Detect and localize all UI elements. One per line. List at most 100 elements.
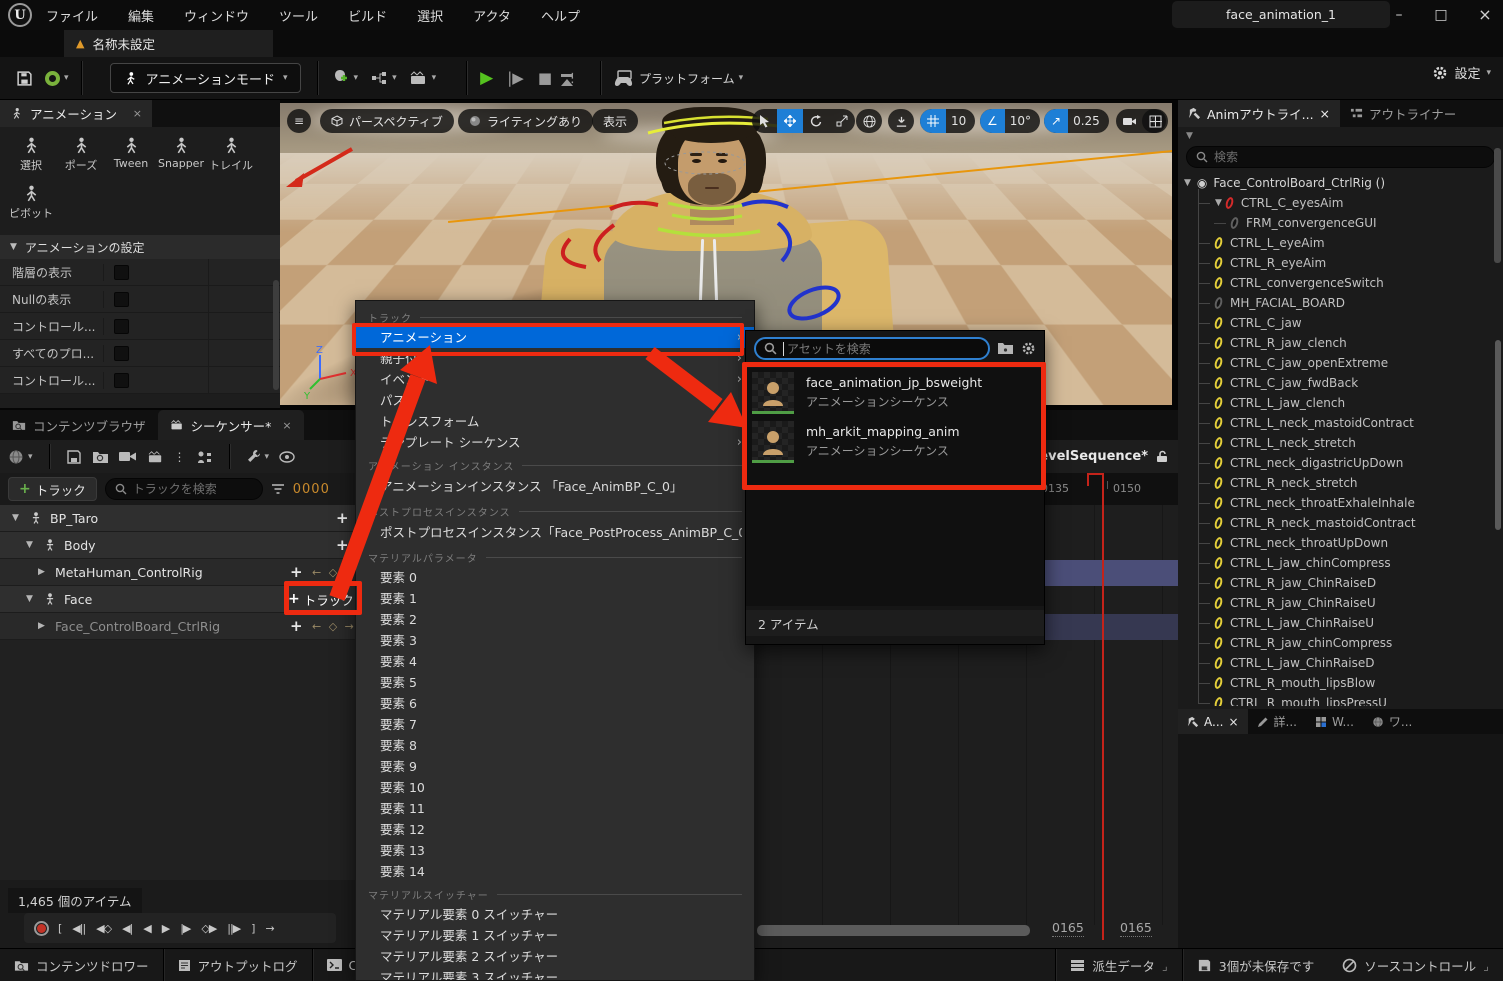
- horizontal-scrollbar[interactable]: [757, 925, 1030, 936]
- close-tab-icon[interactable]: ×: [1320, 106, 1330, 121]
- menu-item[interactable]: パス: [356, 390, 754, 411]
- grid-snap-control[interactable]: 10: [920, 109, 975, 133]
- control-row[interactable]: CTRL_R_eyeAim: [1178, 253, 1503, 273]
- tab-animation[interactable]: アニメーション ×: [0, 100, 152, 127]
- close-tab-icon[interactable]: ×: [1228, 715, 1238, 729]
- unsaved-button[interactable]: * 3個が未保存です: [1183, 949, 1328, 981]
- control-row[interactable]: CTRL_neck_throatUpDown: [1178, 533, 1503, 553]
- menu-item[interactable]: マテリアル要素 2 スイッチャー: [356, 946, 754, 967]
- transport-button[interactable]: ◀◇: [96, 922, 111, 935]
- transport-button[interactable]: ◇▶: [201, 922, 216, 935]
- rotation-snap-control[interactable]: ∠ 10°: [980, 109, 1040, 133]
- transport-button[interactable]: [: [58, 922, 61, 935]
- world-dropdown[interactable]: ▾: [8, 449, 33, 465]
- menu-bar-item[interactable]: 編集: [128, 6, 154, 25]
- close-button[interactable]: ×: [1470, 0, 1500, 29]
- camera-icon[interactable]: [119, 450, 137, 463]
- edit-options[interactable]: ▾: [246, 449, 270, 464]
- world-button[interactable]: ▾: [39, 66, 75, 91]
- checkbox[interactable]: [114, 292, 129, 307]
- lit-mode-button[interactable]: ライティングあり: [458, 109, 593, 133]
- asset-item[interactable]: face_animation_jp_bsweight アニメーションシーケンス: [746, 368, 1044, 417]
- tab-world-settings[interactable]: ワ...: [1363, 709, 1421, 734]
- tool-button[interactable]: Tween: [106, 137, 156, 173]
- perspective-button[interactable]: パースペクティブ: [320, 109, 454, 133]
- blueprints-button[interactable]: ▾: [364, 65, 403, 91]
- control-row[interactable]: CTRL_C_jaw: [1178, 313, 1503, 333]
- keyframe-nav[interactable]: ← ◇ →: [312, 620, 356, 633]
- curve-editor-icon[interactable]: [279, 451, 295, 463]
- rotate-tool-icon[interactable]: [803, 109, 829, 133]
- transform-tools[interactable]: [752, 109, 855, 133]
- control-row[interactable]: CTRL_C_jaw_openExtreme: [1178, 353, 1503, 373]
- menu-bar-item[interactable]: ビルド: [348, 6, 387, 25]
- menu-item[interactable]: イベント ›: [356, 369, 754, 390]
- output-log-button[interactable]: アウトプットログ: [164, 949, 312, 981]
- playhead[interactable]: [1102, 473, 1104, 940]
- surface-snap-icon[interactable]: [888, 109, 914, 133]
- close-tab-icon[interactable]: ×: [133, 107, 142, 120]
- grid-snap-icon[interactable]: [920, 109, 946, 133]
- add-subtrack-icon[interactable]: +: [336, 509, 349, 527]
- control-row[interactable]: CTRL_L_eyeAim: [1178, 233, 1503, 253]
- options-icon[interactable]: ⋮: [174, 450, 186, 464]
- save-button[interactable]: [10, 65, 39, 92]
- control-row[interactable]: CTRL_R_jaw_ChinRaiseD: [1178, 573, 1503, 593]
- control-row[interactable]: CTRL_R_jaw_ChinRaiseU: [1178, 593, 1503, 613]
- control-row[interactable]: CTRL_convergenceSwitch: [1178, 273, 1503, 293]
- maximize-viewport-icon[interactable]: [1142, 109, 1168, 133]
- menu-item[interactable]: 要素 3: [356, 630, 754, 651]
- control-row[interactable]: CTRL_L_jaw_clench: [1178, 393, 1503, 413]
- tool-button[interactable]: トレイル: [206, 137, 256, 173]
- control-row[interactable]: CTRL_R_jaw_chinCompress: [1178, 633, 1503, 653]
- camera-icon[interactable]: [1116, 109, 1144, 133]
- actor-sequence-icon[interactable]: [196, 450, 213, 464]
- move-tool-icon[interactable]: [777, 109, 803, 133]
- record-button[interactable]: [34, 921, 49, 936]
- checkbox[interactable]: [114, 319, 129, 334]
- control-row[interactable]: FRM_convergenceGUI: [1178, 213, 1503, 233]
- checkbox[interactable]: [114, 346, 129, 361]
- settings-button[interactable]: 設定 ▾: [1432, 63, 1491, 82]
- menu-item[interactable]: マテリアル要素 0 スイッチャー: [356, 904, 754, 925]
- menu-bar-item[interactable]: ツール: [279, 6, 318, 25]
- current-frame[interactable]: 0000: [293, 482, 330, 497]
- tree-root[interactable]: ▼ ◉ Face_ControlBoard_CtrlRig (): [1178, 173, 1503, 193]
- menu-item[interactable]: 要素 1: [356, 588, 754, 609]
- play-options-button[interactable]: ⋮: [559, 67, 586, 90]
- transport-button[interactable]: ||▶: [227, 922, 240, 935]
- checkbox[interactable]: [114, 373, 129, 388]
- control-row[interactable]: CTRL_L_jaw_ChinRaiseD: [1178, 653, 1503, 673]
- control-row[interactable]: CTRL_C_jaw_fwdBack: [1178, 373, 1503, 393]
- add-subtrack-icon[interactable]: +: [336, 536, 349, 554]
- viewport-menu-button[interactable]: ≡: [287, 109, 311, 133]
- lock-icon[interactable]: [1156, 450, 1168, 463]
- platforms-button[interactable]: プラットフォーム ▾: [607, 65, 749, 92]
- menu-bar-item[interactable]: ファイル: [46, 6, 98, 25]
- transport-button[interactable]: ◀||: [72, 922, 85, 935]
- menu-item[interactable]: 要素 5: [356, 672, 754, 693]
- menu-item[interactable]: 要素 8: [356, 735, 754, 756]
- show-button[interactable]: 表示: [592, 109, 638, 133]
- transport-button[interactable]: →: [265, 922, 273, 935]
- tab-anim-details[interactable]: A... ×: [1178, 709, 1248, 734]
- tab-outliner[interactable]: アウトライナー: [1340, 100, 1466, 127]
- menu-bar-item[interactable]: 選択: [417, 6, 443, 25]
- control-row[interactable]: CTRL_R_jaw_clench: [1178, 333, 1503, 353]
- add-subtrack-icon[interactable]: +: [290, 563, 303, 581]
- transport-button[interactable]: ◀|: [122, 922, 132, 935]
- scale-snap-control[interactable]: ↗ 0.25: [1044, 109, 1109, 133]
- control-row[interactable]: CTRL_L_neck_mastoidContract: [1178, 413, 1503, 433]
- tool-button[interactable]: ピボット: [6, 185, 56, 221]
- scale-snap-icon[interactable]: ↗: [1044, 109, 1068, 133]
- asset-item[interactable]: mh_arkit_mapping_anim アニメーションシーケンス: [746, 417, 1044, 466]
- menu-item[interactable]: 要素 6: [356, 693, 754, 714]
- view-end-frame[interactable]: 0165: [1052, 920, 1084, 937]
- cinematics-button[interactable]: ▾: [403, 65, 443, 91]
- source-control-button[interactable]: ソースコントロール ⌟: [1328, 949, 1503, 981]
- content-drawer-button[interactable]: コンテンツドロワー: [0, 949, 163, 981]
- tool-button[interactable]: 選択: [6, 137, 56, 173]
- select-tool-icon[interactable]: [752, 109, 777, 133]
- scale-tool-icon[interactable]: [829, 109, 855, 133]
- control-row[interactable]: CTRL_neck_throatExhaleInhale: [1178, 493, 1503, 513]
